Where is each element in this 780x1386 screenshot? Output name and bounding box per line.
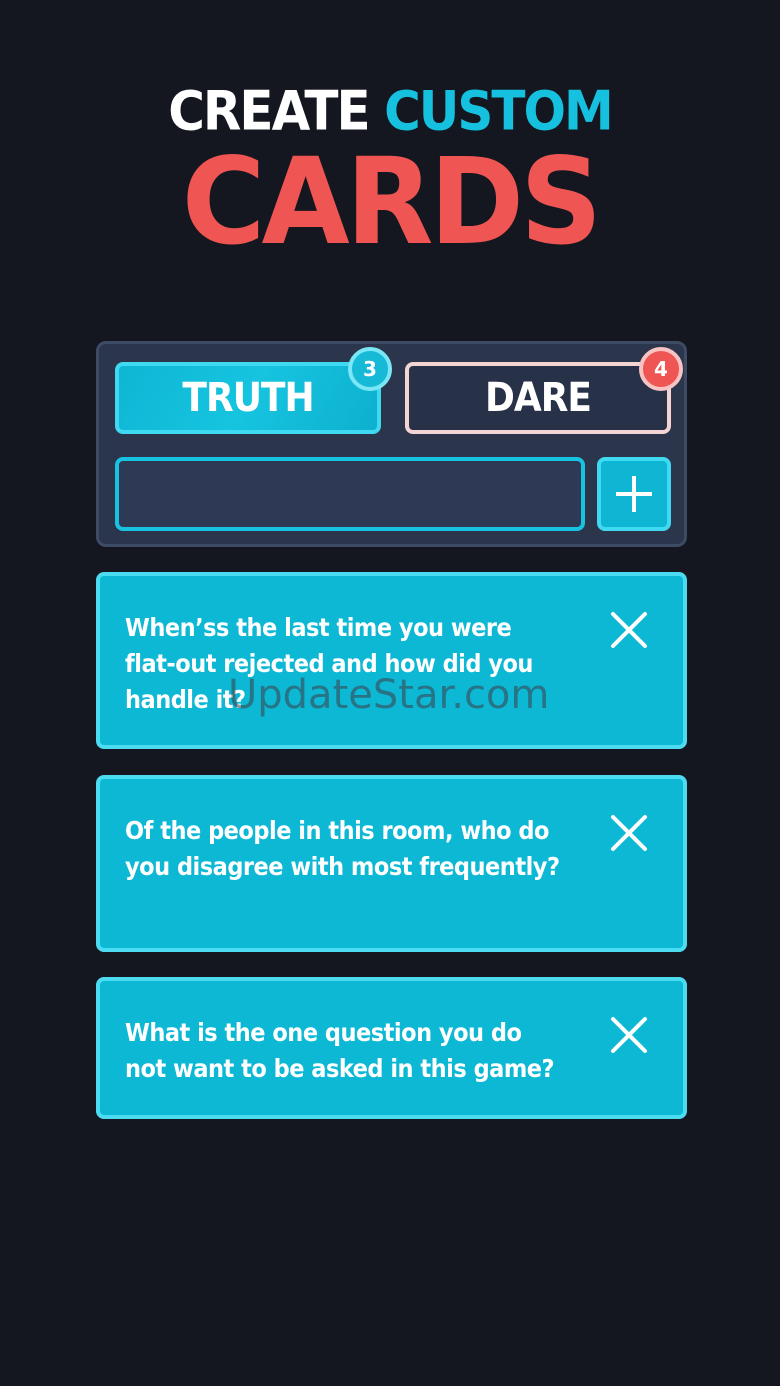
new-card-input[interactable] [115,457,585,531]
card-item: Of the people in this room, who do you d… [96,775,687,952]
truth-count-badge: 3 [348,347,392,391]
close-icon [611,1017,647,1053]
close-icon [611,612,647,648]
tab-truth-label: TRUTH [182,375,314,421]
add-card-button[interactable] [597,457,671,531]
page-title: CREATE CUSTOM CARDS [0,80,780,272]
card-item: When’ss the last time you were flat-out … [96,572,687,749]
delete-card-button[interactable] [607,811,651,855]
plus-icon [616,476,652,512]
card-text: When’ss the last time you were flat-out … [125,613,533,714]
card-editor-panel: TRUTH 3 DARE 4 [96,341,687,547]
card-text: Of the people in this room, who do you d… [125,816,560,881]
delete-card-button[interactable] [607,608,651,652]
dare-count-badge: 4 [639,347,683,391]
close-icon [611,815,647,851]
tab-dare[interactable]: DARE [405,362,671,434]
card-text: What is the one question you do not want… [125,1018,555,1083]
tab-truth[interactable]: TRUTH [115,362,381,434]
title-cards: CARDS [181,131,602,272]
card-item: What is the one question you do not want… [96,977,687,1119]
delete-card-button[interactable] [607,1013,651,1057]
custom-cards-screen: CREATE CUSTOM CARDS TRUTH 3 DARE 4 When’… [0,0,780,1386]
tab-dare-label: DARE [484,375,592,421]
